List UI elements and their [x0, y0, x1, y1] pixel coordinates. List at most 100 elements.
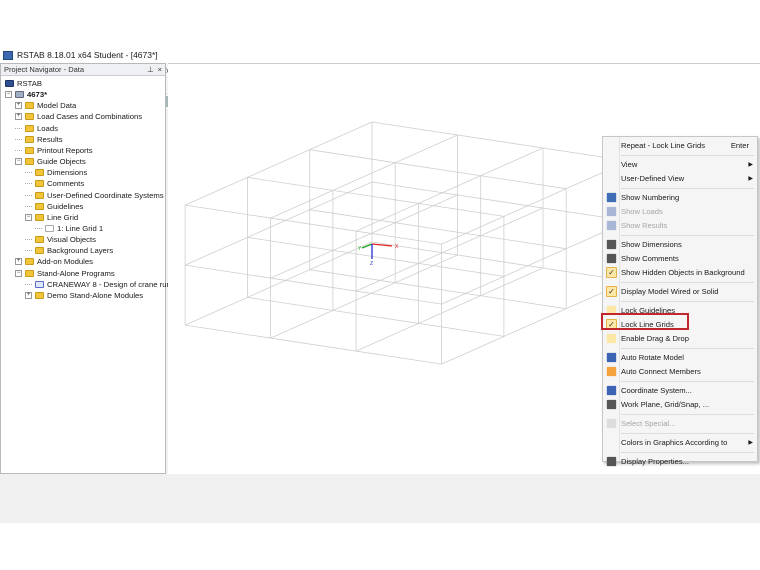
expand-toggle[interactable]: − [25, 213, 32, 221]
submenu-arrow-icon: ▶ [748, 162, 753, 168]
checkmark-icon: ✓ [606, 267, 617, 278]
tree-connector [15, 146, 22, 151]
menu-item-label: Show Results [621, 221, 668, 230]
tree-item[interactable]: Guidelines [25, 201, 83, 212]
folder-icon [35, 213, 44, 221]
tree-item[interactable]: Loads [15, 123, 58, 134]
menu-item-work-plane-grid-snap[interactable]: Work Plane, Grid/Snap, ... [603, 398, 757, 411]
folder-icon [35, 202, 44, 210]
tree-item-label: Printout Reports [37, 145, 93, 155]
tree-item[interactable]: − Line Grid [25, 212, 78, 223]
close-button[interactable]: × [158, 65, 162, 74]
comments-icon [606, 253, 617, 264]
expand-toggle[interactable]: − [5, 91, 12, 99]
menu-item-label: View [621, 160, 638, 169]
menu-separator [621, 348, 754, 349]
menu-item-label: Enable Drag & Drop [621, 334, 689, 343]
tree-item[interactable]: + Add-on Modules [15, 256, 93, 267]
menu-separator [621, 433, 754, 434]
global-axis-x-label: X [395, 244, 399, 250]
folder-icon [25, 102, 34, 110]
menu-separator [621, 235, 754, 236]
grid-line [270, 254, 458, 339]
menu-item-label: Show Dimensions [621, 240, 682, 249]
tree-connector [25, 202, 32, 207]
tree-item[interactable]: − Guide Objects [15, 156, 86, 167]
menu-item-show-numbering[interactable]: Show Numbering [603, 191, 757, 204]
expand-toggle[interactable]: − [15, 269, 22, 277]
menu-item-display-model-wired-or-solid[interactable]: ✓ Display Model Wired or Solid [603, 285, 757, 298]
menu-item-auto-connect-members[interactable]: Auto Connect Members [603, 365, 757, 378]
grid-line [185, 204, 442, 245]
menu-separator [621, 155, 754, 156]
tree-item-label: 1: Line Grid 1 [57, 223, 104, 233]
expand-toggle[interactable]: + [15, 113, 22, 121]
checkmark-icon: ✓ [606, 286, 617, 297]
grid-line [185, 264, 442, 305]
tree-item[interactable]: User-Defined Coordinate Systems [25, 190, 164, 201]
tree-connector [35, 224, 42, 229]
expand-toggle[interactable]: + [15, 102, 22, 110]
menu-item-label: Work Plane, Grid/Snap, ... [621, 400, 710, 409]
menu-item-label: Auto Rotate Model [621, 353, 684, 362]
tree-item[interactable]: − 4673* [5, 89, 47, 100]
grid-line [184, 241, 373, 326]
tree-item[interactable]: Visual Objects [25, 234, 96, 245]
grid-line [184, 181, 373, 266]
grid-line [309, 269, 567, 310]
tree-item[interactable]: 1: Line Grid 1 [35, 223, 103, 234]
tree-item[interactable]: Dimensions [25, 167, 87, 178]
tree-item[interactable]: Results [15, 134, 63, 145]
menu-item-label: Display Model Wired or Solid [621, 287, 719, 296]
grid-line [371, 241, 629, 282]
tree-item-label: Line Grid [47, 212, 79, 222]
tree-item[interactable]: RSTAB [5, 78, 42, 89]
tree-connector [25, 191, 32, 196]
tree-item-label: Add-on Modules [37, 257, 93, 267]
tree-connector [25, 169, 32, 174]
grid-line [247, 297, 504, 337]
tree-item-label: Guide Objects [37, 157, 86, 167]
program-icon [35, 280, 44, 288]
menu-item-coordinate-system[interactable]: Coordinate System... [603, 384, 757, 397]
tree-item-label: Results [37, 134, 63, 144]
menu-item-auto-rotate-model[interactable]: Auto Rotate Model [603, 351, 757, 364]
expand-toggle[interactable]: + [15, 258, 22, 266]
tree-item[interactable]: CRANEWAY 8 - Design of crane run [25, 279, 171, 290]
menu-item-label: Display Properties... [621, 457, 689, 466]
tree-connector [15, 135, 22, 140]
menu-item-colors-in-graphics-according-to[interactable]: Colors in Graphics According to ▶ [603, 436, 757, 449]
grid-line [270, 194, 458, 279]
tree-item[interactable]: + Load Cases and Combinations [15, 111, 142, 122]
grid-line [355, 207, 544, 292]
menu-item-repeat-lock-line-grids[interactable]: Repeat - Lock Line Grids Enter [603, 139, 757, 152]
tree-item[interactable]: + Demo Stand-Alone Modules [25, 290, 143, 301]
menu-separator [621, 188, 754, 189]
tree-connector [25, 280, 32, 285]
app-icon [5, 80, 14, 87]
tree-item-label: Dimensions [47, 168, 88, 178]
coordinate-icon [606, 385, 617, 396]
menu-separator [621, 452, 754, 453]
tree-item[interactable]: Background Layers [25, 245, 113, 256]
tree-item[interactable]: − Stand-Alone Programs [15, 268, 115, 279]
menu-item-display-properties[interactable]: Display Properties... [603, 455, 757, 468]
menu-item-user-defined-view[interactable]: User-Defined View ▶ [603, 172, 757, 185]
tree-item[interactable]: Printout Reports [15, 145, 93, 156]
menu-item-show-dimensions[interactable]: Show Dimensions [603, 238, 757, 251]
menu-item-enable-drag-drop[interactable]: Enable Drag & Drop [603, 332, 757, 345]
menu-separator [621, 381, 754, 382]
loads-icon [606, 206, 617, 217]
expand-toggle[interactable]: − [15, 158, 22, 166]
menu-item-show-comments[interactable]: Show Comments [603, 252, 757, 265]
tree-item-label: RSTAB [17, 79, 43, 88]
menu-item-label: Colors in Graphics According to [621, 438, 728, 447]
pin-button[interactable]: ⊥ [147, 65, 154, 74]
menu-item-show-loads: Show Loads [603, 205, 757, 218]
expand-toggle[interactable]: + [25, 291, 32, 299]
tree-item[interactable]: Comments [25, 178, 84, 189]
menu-item-show-hidden-objects-in-background[interactable]: ✓ Show Hidden Objects in Background [603, 266, 757, 279]
results-icon [606, 220, 617, 231]
tree-item[interactable]: + Model Data [15, 100, 76, 111]
menu-item-view[interactable]: View ▶ [603, 158, 757, 171]
